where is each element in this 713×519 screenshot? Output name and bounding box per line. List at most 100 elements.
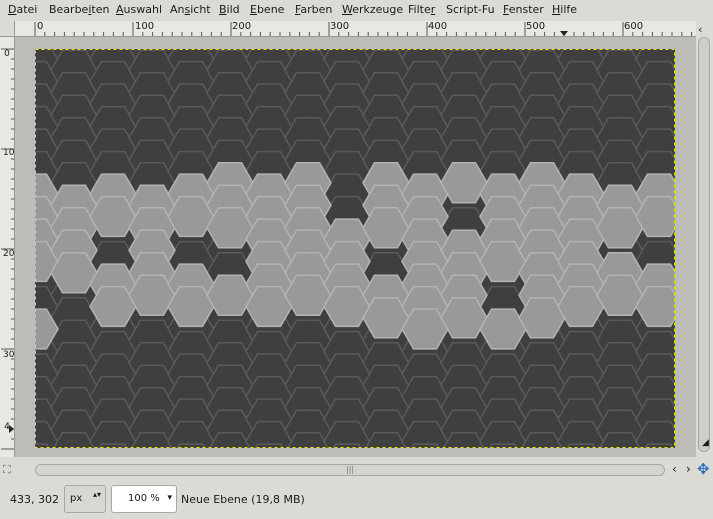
ruler-left-label: 200 [3, 249, 15, 259]
hexagon [15, 320, 19, 360]
ruler-left[interactable]: 0 100 200 300 4 [0, 37, 15, 457]
hexagon [285, 455, 331, 457]
scroll-down-icon[interactable]: ◢ [702, 438, 709, 448]
menu-werkzeuge[interactable]: Werkzeuge [342, 3, 403, 16]
selected-hexagon [674, 226, 675, 230]
ruler-top-label: 400 [428, 21, 448, 32]
selected-hexagon [15, 230, 19, 270]
hexagon [674, 383, 675, 387]
ruler-left-label: 4 [4, 422, 10, 432]
hexagon [129, 455, 175, 457]
selected-hexagon [15, 298, 19, 338]
layer-info: Neue Ebene (19,8 MB) [181, 493, 305, 506]
navigate-icon[interactable]: ✥ [697, 460, 710, 478]
hexagon [15, 73, 19, 113]
selected-hexagon [15, 185, 19, 225]
selected-hexagon [674, 203, 675, 207]
menubar: Datei Bearbeiten Auswahl Ansicht Bild Eb… [0, 0, 713, 21]
hexagon [207, 455, 253, 457]
hexagon [675, 433, 696, 457]
scroll-grip-icon: ||| [346, 465, 355, 474]
ruler-left-ticks [1, 48, 14, 450]
menu-fenster[interactable]: Fenster [503, 3, 544, 16]
pointer-coordinates: 433, 302 [10, 493, 59, 506]
unit-select[interactable]: px ▴▾ [64, 485, 106, 513]
selected-hexagon [15, 208, 19, 248]
selected-hexagon [674, 271, 675, 275]
vertical-scrollbar[interactable] [698, 37, 710, 452]
menu-hilfe[interactable]: Hilfe [552, 3, 577, 16]
status-bar: 433, 302 px ▴▾ 100 % ▾ Neue Ebene (19,8 … [0, 481, 713, 519]
chevron-down-icon: ▾ [167, 493, 172, 503]
ruler-left-label: 0 [4, 49, 10, 59]
menu-script-fu[interactable]: Script-Fu [446, 3, 495, 16]
ruler-left-label: 100 [3, 148, 15, 158]
hexagon [674, 181, 675, 185]
hexagon [441, 455, 487, 457]
hexagon [674, 113, 675, 117]
hexagon [674, 158, 675, 162]
menu-ebene[interactable]: Ebene [250, 3, 284, 16]
hexagon [674, 136, 675, 140]
menu-bild[interactable]: Bild [219, 3, 240, 16]
ruler-top-label: 300 [330, 21, 350, 32]
spinner-arrows-icon: ▴▾ [92, 490, 101, 499]
selected-hexagon [15, 275, 19, 315]
hexagon [15, 433, 19, 457]
ruler-top-label: 600 [624, 21, 644, 32]
hexagon [363, 455, 409, 457]
image-canvas[interactable] [15, 37, 696, 457]
hexagon [674, 338, 675, 342]
quick-mask-icon[interactable]: ⛶ [3, 463, 11, 477]
navigate-up-icon[interactable]: ‹ [698, 23, 702, 36]
hexagon [597, 455, 643, 457]
zoom-select[interactable]: 100 % ▾ [111, 485, 177, 513]
zoom-value: 100 % [128, 493, 160, 504]
ruler-top-label: 0 [37, 21, 44, 32]
unit-value: px [70, 493, 83, 504]
ruler-top[interactable]: 0 100 200 300 400 500 600 [15, 21, 696, 37]
hexagon [51, 455, 97, 457]
scroll-right-icon[interactable]: › [686, 462, 691, 476]
hexagon [15, 37, 19, 68]
hexagon [15, 95, 19, 135]
menu-ansicht[interactable]: Ansicht [170, 3, 211, 16]
hexagon [15, 455, 19, 457]
hexagon [519, 455, 565, 457]
hexagon [674, 91, 675, 95]
hexagon [15, 410, 19, 450]
menu-auswahl[interactable]: Auswahl [116, 3, 162, 16]
scroll-row: ⛶ ||| ‹ › ✥ [0, 459, 713, 481]
pointer-marker-icon [560, 31, 568, 36]
ruler-left-label: 300 [3, 350, 15, 360]
menu-filter[interactable]: Filter [408, 3, 435, 16]
hexagon [15, 50, 19, 90]
hexagon-image[interactable] [15, 37, 696, 457]
hexagon [15, 388, 19, 428]
selected-hexagon [15, 253, 19, 293]
menu-farben[interactable]: Farben [295, 3, 332, 16]
hexagon [674, 428, 675, 432]
selected-hexagon [674, 248, 675, 252]
hexagon [674, 361, 675, 365]
hexagon [15, 365, 19, 405]
hexagon [674, 316, 675, 320]
hexagon [675, 455, 696, 457]
ruler-top-label: 200 [232, 21, 252, 32]
selected-hexagon [674, 293, 675, 297]
scroll-left-icon[interactable]: ‹ [672, 462, 677, 476]
ruler-top-label: 100 [135, 21, 155, 32]
horizontal-scrollbar[interactable]: ||| [35, 464, 665, 476]
ruler-top-label: 500 [526, 21, 546, 32]
hexagon [15, 118, 19, 158]
hexagon [15, 140, 19, 180]
menu-datei[interactable]: Datei [8, 3, 37, 16]
hexagon [15, 343, 19, 383]
hexagon [674, 49, 675, 50]
hexagon [674, 68, 675, 72]
hexagon [674, 406, 675, 410]
ruler-top-ticks [34, 22, 693, 36]
menu-bearbeiten[interactable]: Bearbeiten [49, 3, 109, 16]
ruler-corner[interactable] [0, 21, 15, 37]
hexagon [15, 163, 19, 203]
